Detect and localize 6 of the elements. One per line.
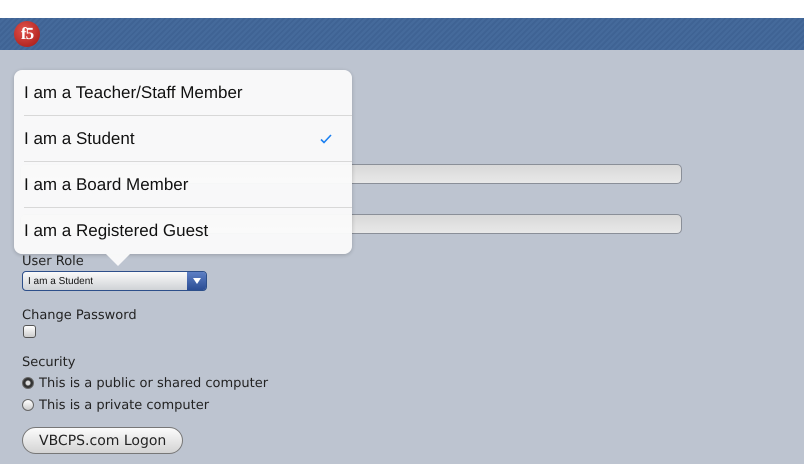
field-label: User Role bbox=[22, 254, 84, 269]
field-label: Change Password bbox=[22, 308, 137, 323]
f5-logo: f5 bbox=[14, 21, 40, 47]
radio-label: This is a public or shared computer bbox=[39, 376, 268, 390]
radio-label: This is a private computer bbox=[39, 398, 210, 412]
field-label: Security bbox=[22, 355, 76, 370]
